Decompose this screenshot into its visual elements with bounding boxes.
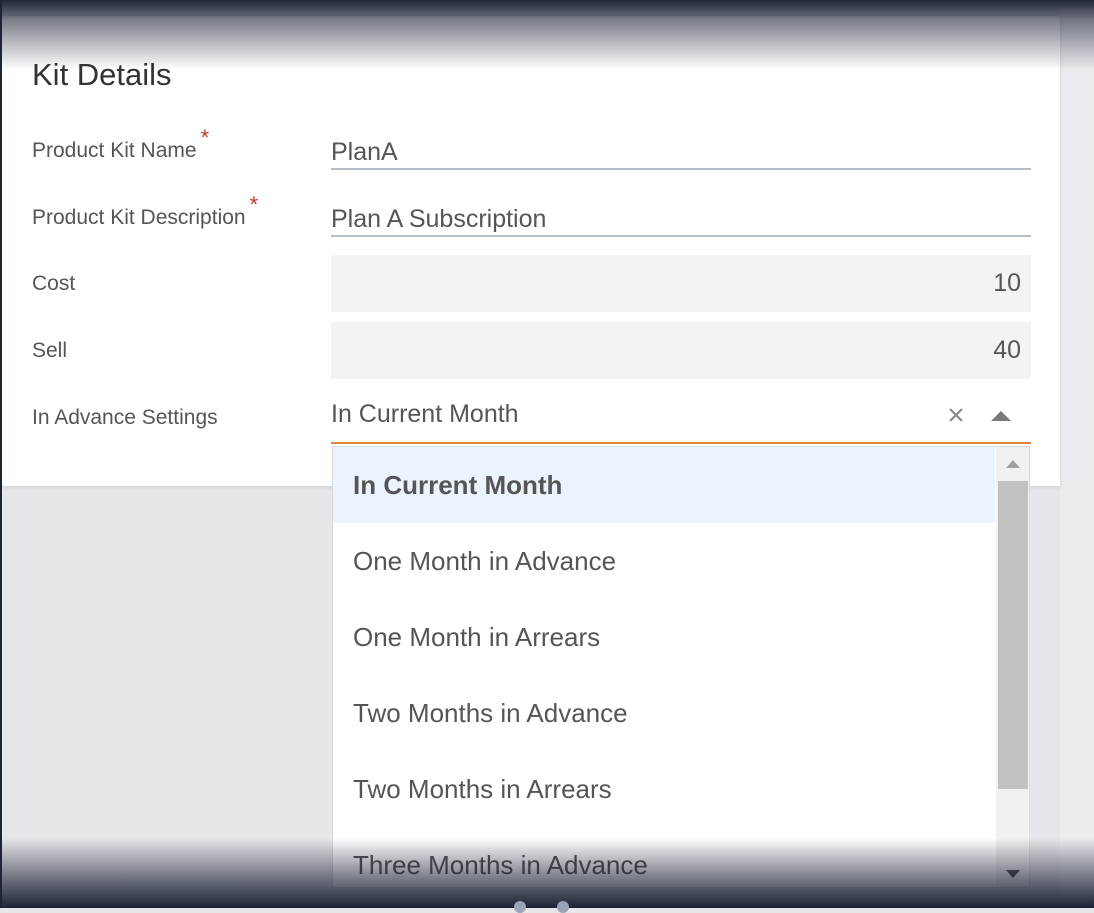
scrollbar-thumb[interactable] [998,481,1028,789]
dropdown-option-two-months-in-arrears[interactable]: Two Months in Arrears [333,751,995,827]
dropdown-scrollbar[interactable] [996,447,1029,887]
required-marker: * [200,125,210,150]
product-kit-description-label: Product Kit Description* [32,192,258,231]
dropdown-option-in-current-month[interactable]: In Current Month [333,447,995,523]
dropdown-option-one-month-in-advance[interactable]: One Month in Advance [333,523,995,599]
in-advance-settings-select[interactable]: In Current Month [331,388,1031,444]
sell-input[interactable]: 40 [331,322,1031,379]
product-kit-name-label: Product Kit Name* [32,125,209,164]
dropdown-option-three-months-in-advance[interactable]: Three Months in Advance [333,827,995,887]
page-background-strip [1060,0,1094,908]
close-icon[interactable] [946,388,966,442]
cost-label: Cost [32,272,76,295]
in-advance-settings-value: In Current Month [331,400,519,428]
pager-dot-icon [557,901,569,913]
dropdown-option-one-month-in-arrears[interactable]: One Month in Arrears [333,599,995,675]
product-kit-name-input[interactable]: PlanA [331,130,1031,170]
pager-dot-icon [514,901,526,913]
required-marker: * [249,192,259,217]
product-kit-name-label-text: Product Kit Name [32,139,197,162]
product-kit-description-input[interactable]: Plan A Subscription [331,197,1031,237]
product-kit-description-label-text: Product Kit Description [32,206,246,229]
dropdown-option-two-months-in-advance[interactable]: Two Months in Advance [333,675,995,751]
caret-up-icon[interactable] [988,388,1016,442]
in-advance-settings-dropdown: In Current Month One Month in Advance On… [332,446,1030,888]
sell-label: Sell [32,339,68,362]
scroll-down-arrow-icon[interactable] [996,853,1029,887]
scroll-up-arrow-icon[interactable] [996,447,1029,481]
page-title: Kit Details [32,57,172,92]
in-advance-settings-label: In Advance Settings [32,406,218,429]
cost-input[interactable]: 10 [331,255,1031,312]
